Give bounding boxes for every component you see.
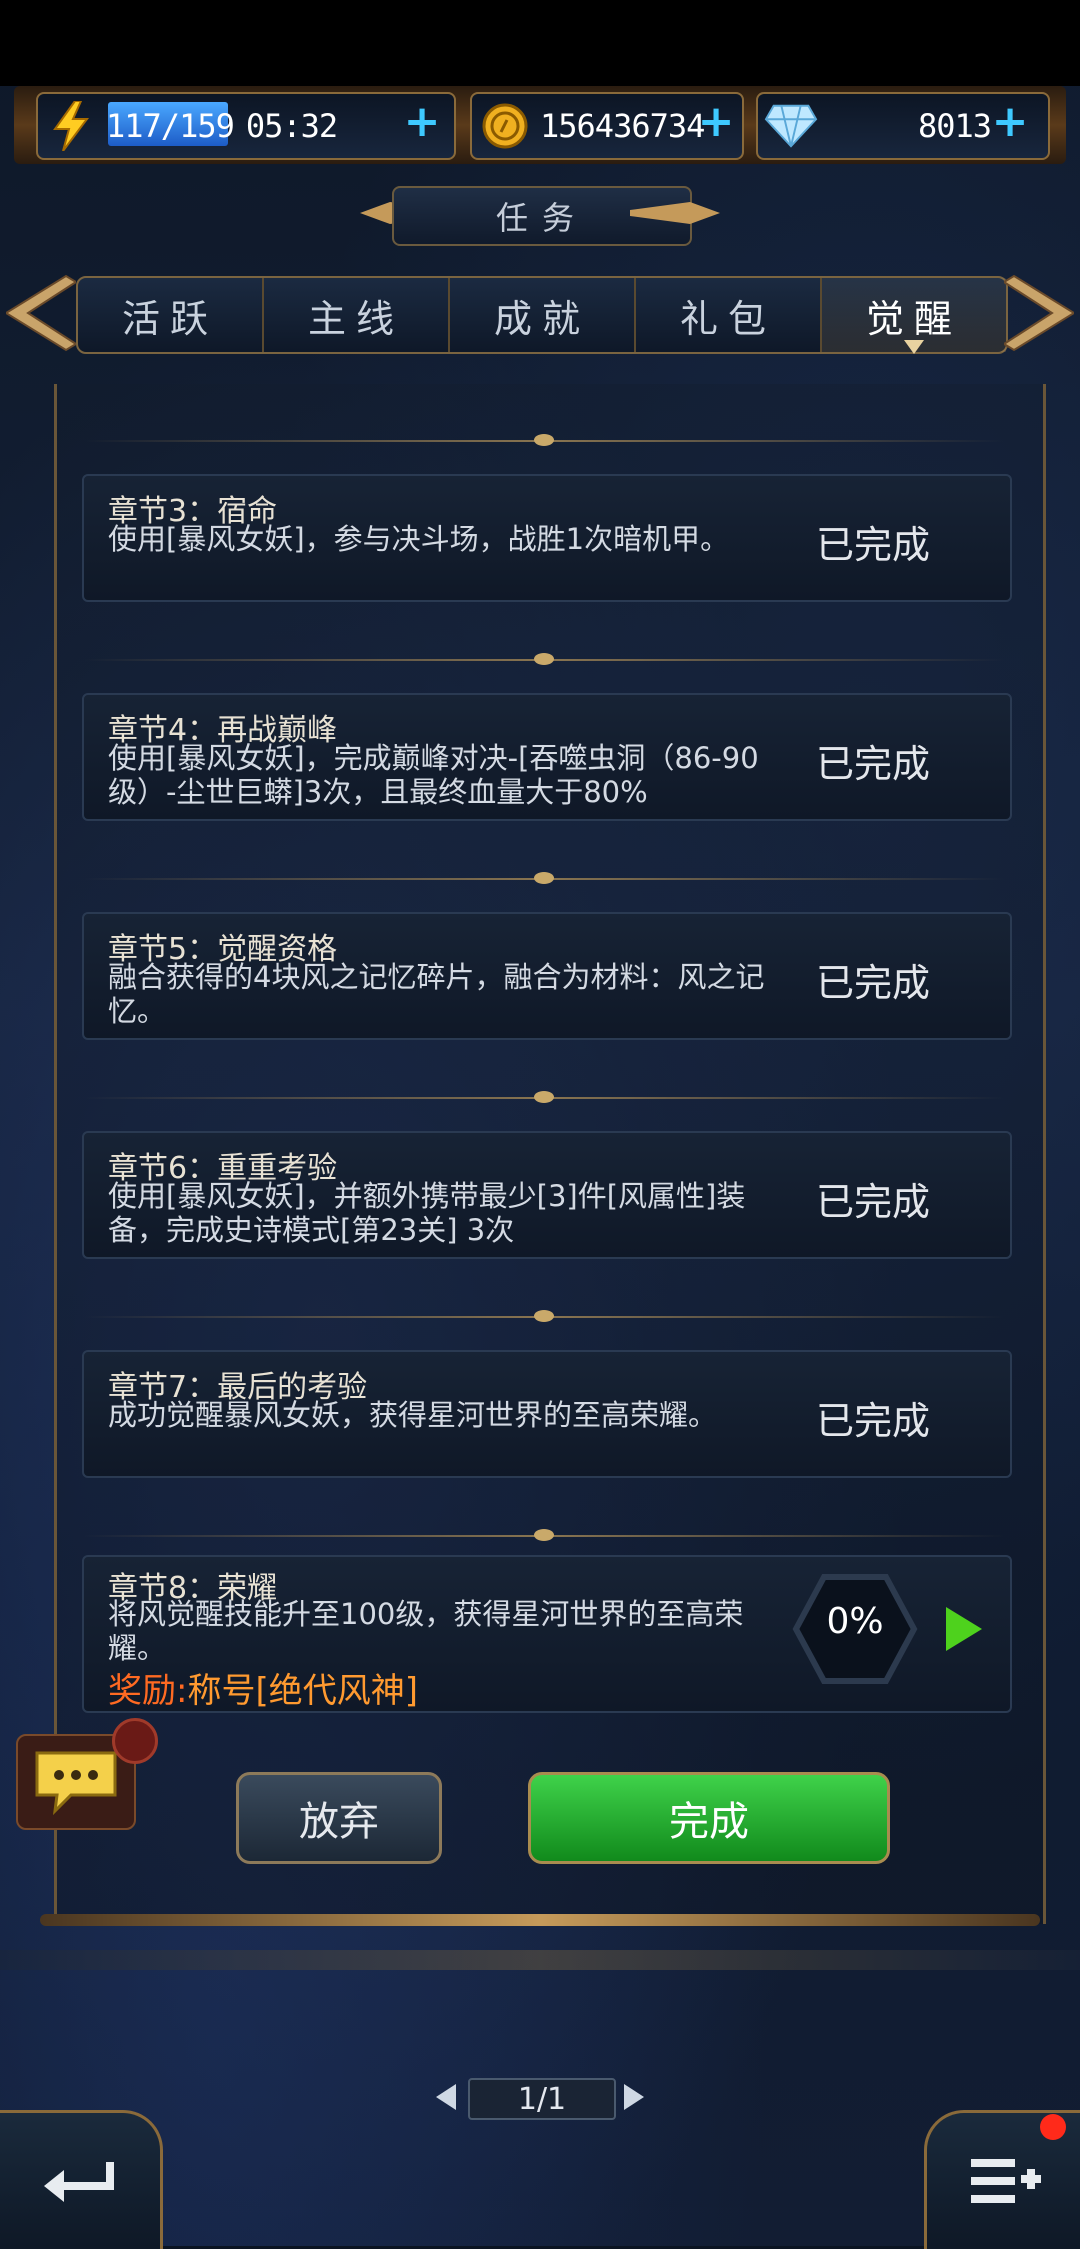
divider (84, 872, 1004, 884)
tab-gift-pack[interactable]: 礼包 (634, 278, 820, 352)
quest-desc: 使用[暴风女妖]，完成巅峰对决-[吞噬虫洞（86-90级）-尘世巨蟒]3次，且最… (108, 741, 759, 809)
gold-value: 156436734 (540, 107, 705, 145)
quest-card[interactable]: 章节4：再战巅峰 使用[暴风女妖]，完成巅峰对决-[吞噬虫洞（86-90级）-尘… (82, 693, 1012, 821)
tab-active[interactable]: 活跃 (78, 278, 262, 352)
lightning-icon (44, 99, 98, 153)
energy-slot: 117/159 05:32 (36, 92, 456, 160)
decorative-bar (0, 1950, 1080, 1970)
back-button[interactable] (0, 2110, 163, 2249)
back-arrow-icon (44, 2162, 114, 2202)
tab-label: 礼包 (679, 296, 776, 341)
quest-desc: 融合获得的4块风之记忆碎片，融合为材料：风之记忆。 (108, 960, 765, 1028)
complete-button[interactable]: 完成 (528, 1772, 890, 1864)
quest-desc: 将风觉醒技能升至100级，获得星河世界的至高荣耀。 (108, 1597, 744, 1665)
next-page-button[interactable] (624, 2084, 644, 2110)
go-arrow-icon[interactable] (946, 1607, 982, 1651)
tabs-ornament-left (6, 274, 76, 352)
energy-value: 117/159 (106, 107, 235, 145)
title-ornament-right (630, 202, 720, 224)
reward-label: 奖励: (108, 1671, 188, 1711)
energy-timer: 05:32 (245, 107, 338, 145)
divider (84, 1529, 1004, 1541)
diamond-icon (764, 99, 818, 153)
divider (84, 653, 1004, 665)
quest-status: 已完成 (815, 961, 930, 1005)
quest-desc: 使用[暴风女妖]，并额外携带最少[3]件[风属性]装备，完成史诗模式[第23关]… (108, 1179, 746, 1247)
tab-bar: 活跃 主线 成就 礼包 觉醒 (76, 276, 1008, 354)
page-indicator: 1/1 (468, 2078, 616, 2120)
diamond-value: 8013 (918, 107, 992, 145)
tab-label: 成就 (493, 296, 590, 341)
tab-label: 主线 (307, 296, 404, 341)
quest-card[interactable]: 章节7：最后的考验 成功觉醒暴风女妖，获得星河世界的至高荣耀。 已完成 (82, 1350, 1012, 1478)
abandon-button[interactable]: 放弃 (236, 1772, 442, 1864)
menu-notification-dot (1040, 2114, 1066, 2140)
quest-status: 已完成 (815, 1180, 930, 1224)
quest-card[interactable]: 章节5：觉醒资格 融合获得的4块风之记忆碎片，融合为材料：风之记忆。 已完成 (82, 912, 1012, 1040)
quest-desc: 使用[暴风女妖]，参与决斗场，战胜1次暗机甲。 (108, 522, 730, 556)
status-bar (0, 0, 1080, 86)
tab-main[interactable]: 主线 (262, 278, 448, 352)
add-diamond-button[interactable]: + (990, 100, 1030, 144)
prev-page-button[interactable] (436, 2084, 456, 2110)
gold-coin-icon (478, 99, 532, 153)
tabs-ornament-right (1004, 274, 1074, 352)
tab-awakening[interactable]: 觉醒 (820, 278, 1006, 354)
reward-value: 称号[绝代风神] (187, 1671, 418, 1711)
quest-status: 已完成 (815, 742, 930, 786)
menu-icon (971, 2159, 1041, 2203)
current-quest-card[interactable]: 章节8：荣耀 将风觉醒技能升至100级，获得星河世界的至高荣耀。 奖励:称号[绝… (82, 1555, 1012, 1713)
tab-achievements[interactable]: 成就 (448, 278, 634, 352)
divider (84, 1310, 1004, 1322)
quest-status: 已完成 (815, 1399, 930, 1443)
tab-label: 活跃 (121, 296, 218, 341)
quest-status: 已完成 (815, 523, 930, 567)
quest-desc: 成功觉醒暴风女妖，获得星河世界的至高荣耀。 (108, 1398, 718, 1432)
chat-bubble-icon (35, 1751, 117, 1816)
active-tab-indicator (904, 340, 924, 354)
panel-bottom-frame (40, 1914, 1040, 1926)
quest-reward: 奖励:称号[绝代风神] (108, 1663, 418, 1712)
divider (84, 434, 1004, 446)
divider (84, 1091, 1004, 1103)
notification-badge (112, 1718, 158, 1764)
quest-card[interactable]: 章节6：重重考验 使用[暴风女妖]，并额外携带最少[3]件[风属性]装备，完成史… (82, 1131, 1012, 1259)
tab-label: 觉醒 (865, 296, 962, 341)
quest-card[interactable]: 章节3：宿命 使用[暴风女妖]，参与决斗场，战胜1次暗机甲。 已完成 (82, 474, 1012, 602)
progress-value: 0% (826, 1601, 884, 1642)
add-energy-button[interactable]: + (402, 100, 442, 144)
add-gold-button[interactable]: + (696, 100, 736, 144)
